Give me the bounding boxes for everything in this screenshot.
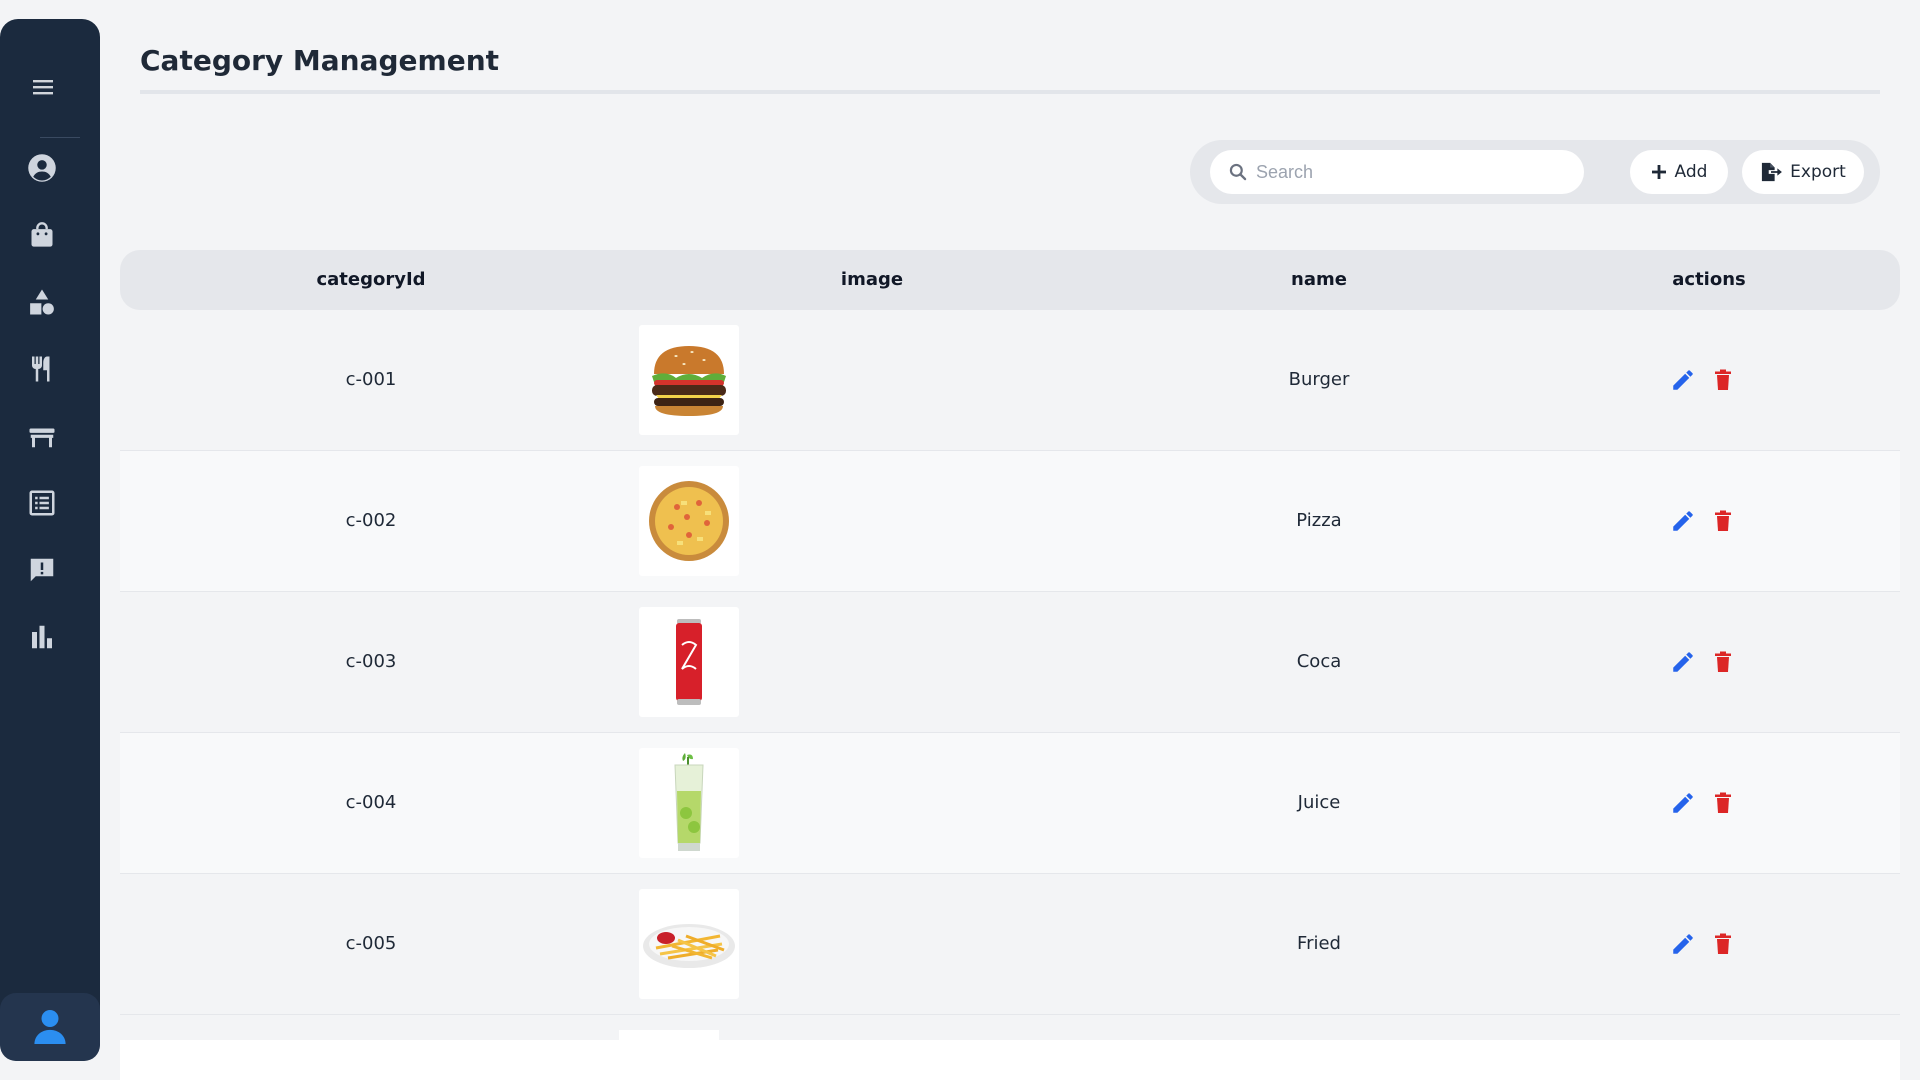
category-id-cell: c-003 <box>345 651 397 672</box>
sidebar-item-reports[interactable] <box>27 622 57 652</box>
search-box[interactable] <box>1210 150 1584 194</box>
category-name-cell: Burger <box>1288 369 1350 390</box>
search-input[interactable] <box>1256 150 1566 194</box>
column-header-name[interactable]: name <box>1291 250 1347 310</box>
main-content: Category Management Add Export categoryI… <box>100 0 1920 1080</box>
pencil-icon <box>1673 934 1693 954</box>
file-export-icon <box>1762 162 1783 182</box>
category-image <box>639 889 739 999</box>
burger-image <box>652 346 726 416</box>
category-name-cell: Coca <box>1296 651 1342 672</box>
table-row[interactable]: c-003 Coca <box>120 592 1900 733</box>
search-icon <box>1229 163 1247 181</box>
table-footer <box>120 1040 1900 1080</box>
edit-button[interactable] <box>1669 507 1697 535</box>
profile-button[interactable] <box>0 993 100 1061</box>
delete-button[interactable] <box>1709 789 1737 817</box>
category-name-cell: Pizza <box>1296 510 1342 531</box>
category-name-cell: Fried <box>1297 933 1341 954</box>
feedback-icon <box>30 558 54 582</box>
trash-icon <box>1715 792 1731 813</box>
page-title: Category Management <box>140 44 500 77</box>
sidebar-item-list[interactable] <box>27 488 57 518</box>
add-button-label: Add <box>1674 162 1708 182</box>
sidebar-item-categories[interactable] <box>27 287 57 317</box>
plus-icon <box>1651 165 1666 179</box>
category-image-partial <box>619 1030 719 1040</box>
category-id-cell: c-002 <box>345 510 397 531</box>
edit-button[interactable] <box>1669 789 1697 817</box>
sidebar-item-menu[interactable] <box>27 354 57 384</box>
pencil-icon <box>1673 511 1693 531</box>
menu-icon[interactable] <box>31 75 55 99</box>
person-icon <box>34 1010 66 1044</box>
column-header-category-id[interactable]: categoryId <box>316 250 425 310</box>
sidebar-item-feedback[interactable] <box>27 555 57 585</box>
title-divider <box>140 90 1880 94</box>
export-button[interactable]: Export <box>1742 150 1864 194</box>
list-icon <box>29 490 55 516</box>
edit-button[interactable] <box>1669 366 1697 394</box>
shopping-bag-icon <box>31 222 53 247</box>
juice-glass-image <box>674 753 704 851</box>
column-header-image[interactable]: image <box>841 250 903 310</box>
trash-icon <box>1715 651 1731 672</box>
category-image <box>639 325 739 435</box>
coca-can-image <box>676 619 702 705</box>
toolbar: Add Export <box>1190 140 1880 204</box>
category-id-cell: c-004 <box>345 792 397 813</box>
table-icon <box>29 428 55 448</box>
category-id-cell: c-005 <box>345 933 397 954</box>
sidebar-item-account[interactable] <box>27 153 57 183</box>
trash-icon <box>1715 933 1731 954</box>
table-row[interactable]: c-001 Burger <box>120 310 1900 451</box>
delete-button[interactable] <box>1709 930 1737 958</box>
category-shapes-icon <box>30 289 54 315</box>
table-row[interactable]: c-002 Pizza <box>120 451 1900 592</box>
category-id-cell: c-001 <box>345 369 397 390</box>
category-image <box>639 466 739 576</box>
table-header: categoryId image name actions <box>120 250 1900 310</box>
trash-icon <box>1715 510 1731 531</box>
sidebar-item-tables[interactable] <box>27 421 57 451</box>
category-name-cell: Juice <box>1297 792 1341 813</box>
category-image <box>639 607 739 717</box>
table-row[interactable]: c-004 Juice <box>120 733 1900 874</box>
delete-button[interactable] <box>1709 648 1737 676</box>
fries-image <box>643 924 735 968</box>
sidebar-item-orders[interactable] <box>27 220 57 250</box>
add-button[interactable]: Add <box>1630 150 1728 194</box>
bar-chart-icon <box>32 625 52 649</box>
sidebar-divider <box>40 137 80 138</box>
delete-button[interactable] <box>1709 507 1737 535</box>
pencil-icon <box>1673 793 1693 813</box>
account-circle-icon <box>28 154 56 182</box>
pencil-icon <box>1673 652 1693 672</box>
restaurant-icon <box>32 356 50 382</box>
table-row[interactable]: c-005 Fried <box>120 874 1900 1015</box>
pencil-icon <box>1673 370 1693 390</box>
delete-button[interactable] <box>1709 366 1737 394</box>
edit-button[interactable] <box>1669 930 1697 958</box>
sidebar <box>0 19 100 1061</box>
edit-button[interactable] <box>1669 648 1697 676</box>
export-button-label: Export <box>1790 162 1846 182</box>
category-image <box>639 748 739 858</box>
column-header-actions[interactable]: actions <box>1672 250 1746 310</box>
pizza-image <box>649 481 729 561</box>
table-body: c-001 Burger c-002 Pizza c-003 Coca c-00… <box>120 310 1900 1015</box>
trash-icon <box>1715 369 1731 390</box>
